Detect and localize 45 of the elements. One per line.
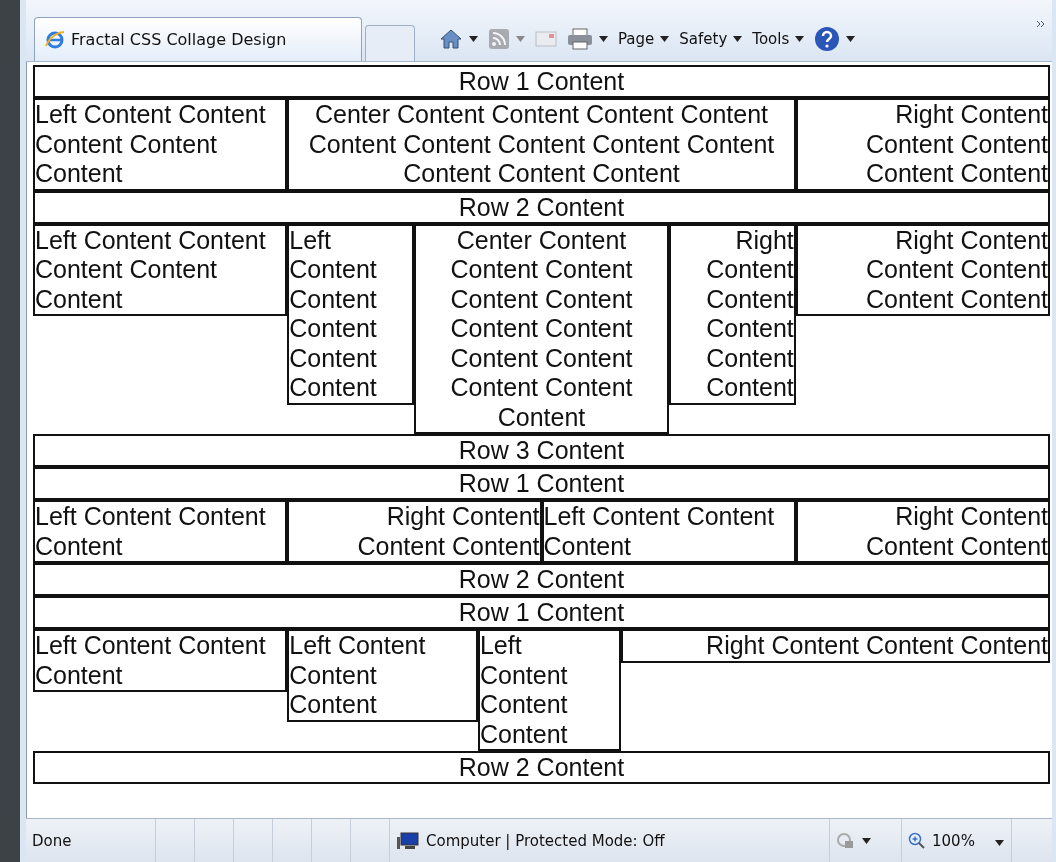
content-block: Left Content Content Content Content Content bbox=[33, 223, 288, 316]
caret-icon[interactable] bbox=[846, 36, 856, 42]
content-block: Left Content Content Content bbox=[477, 629, 621, 751]
row-bar: Row 3 Content bbox=[33, 434, 1050, 467]
caret-icon[interactable] bbox=[862, 837, 871, 844]
menu-button[interactable]: Safety bbox=[679, 30, 728, 48]
content-block: Left Content Content Content bbox=[33, 500, 288, 563]
row-bar: Row 1 Content bbox=[33, 596, 1050, 629]
caret-icon[interactable] bbox=[994, 839, 1004, 846]
menu-button[interactable]: Tools bbox=[752, 30, 790, 48]
computer-icon bbox=[396, 830, 420, 851]
content-block: Left Content Content Content bbox=[287, 629, 478, 722]
row-bar: Row 2 Content bbox=[33, 563, 1050, 596]
caret-icon[interactable] bbox=[660, 36, 670, 42]
content-block: Right Content Content Content Content Content bbox=[795, 223, 1050, 316]
content-block: Right Content Content Content Content Content bbox=[795, 98, 1050, 191]
content-block: Center Content Content Content Content Content Content Content Content Content Content Content Content bbox=[414, 223, 669, 434]
content-block: Right Content Content Content Content Content bbox=[668, 223, 796, 405]
caret-icon[interactable] bbox=[733, 36, 743, 42]
content-block: Right Content Content Content bbox=[795, 500, 1050, 563]
menu-button[interactable]: Page bbox=[618, 30, 655, 48]
help-icon[interactable] bbox=[814, 26, 841, 52]
row-bar: Row 2 Content bbox=[33, 751, 1050, 784]
home-icon[interactable] bbox=[439, 27, 463, 51]
caret-icon[interactable] bbox=[795, 36, 805, 42]
security-zone-text: Computer | Protected Mode: Off bbox=[426, 831, 665, 850]
browser-tab[interactable]: Fractal CSS Collage Design bbox=[34, 17, 362, 61]
browser-logo-icon bbox=[45, 29, 65, 50]
caret-icon[interactable] bbox=[599, 36, 608, 42]
tab-title: Fractal CSS Collage Design bbox=[71, 30, 287, 49]
zoom-icon[interactable] bbox=[908, 831, 926, 850]
content-block: Center Content Content Content Content Content Content Content Content Content Content Content Content bbox=[287, 98, 796, 191]
zoom-level[interactable]: 100% bbox=[932, 831, 975, 850]
content-block: Left Content Content Content bbox=[541, 500, 796, 563]
content-block: Left Content Content Content bbox=[33, 629, 288, 692]
printer-icon[interactable] bbox=[567, 28, 593, 50]
content-block: Right Content Content Content bbox=[287, 500, 542, 563]
row-bar: Row 1 Content bbox=[33, 467, 1050, 500]
caret-icon[interactable] bbox=[469, 36, 478, 42]
content-block: Left Content Content Content Content Content bbox=[33, 98, 288, 191]
row-bar: Row 1 Content bbox=[33, 65, 1050, 98]
status-text: Done bbox=[32, 831, 72, 850]
content-block: Left Content Content Content Content Content bbox=[287, 223, 415, 405]
row-bar: Row 2 Content bbox=[33, 190, 1050, 224]
content-block: Right Content Content Content bbox=[620, 629, 1050, 663]
